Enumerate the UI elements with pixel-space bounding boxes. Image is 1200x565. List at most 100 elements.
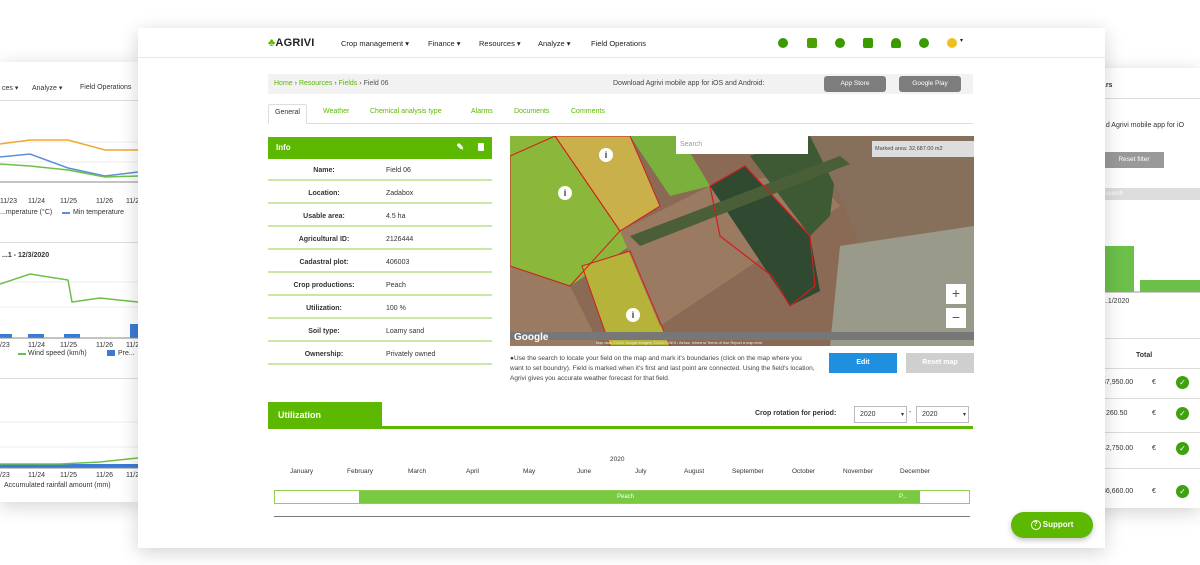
zoom-in-button[interactable]: + [946, 284, 966, 304]
field-info-pin-icon[interactable]: i [626, 308, 640, 322]
nav-analyze[interactable]: Analyze ▾ [538, 39, 571, 48]
zoom-out-button[interactable]: − [946, 308, 966, 328]
info-label: Name: [313, 167, 335, 174]
from-year-value: 2020 [860, 411, 876, 418]
crop-timeline-row: Peach P... [274, 490, 970, 504]
crop-rotation-label: Crop rotation for period: [755, 410, 837, 417]
edit-button[interactable]: Edit [829, 353, 897, 373]
breadcrumb-resources[interactable]: Resources [299, 80, 332, 87]
timeline-year: 2020 [610, 456, 625, 463]
tick-label: /23 [0, 472, 10, 479]
tab-documents[interactable]: Documents [514, 108, 549, 115]
info-label: Usable area: [303, 213, 345, 220]
total-amount: 42,750.00 [1102, 445, 1134, 452]
logo-text: AGRIVI [275, 37, 315, 49]
info-label: Location: [308, 190, 340, 197]
info-row: Cadastral plot: 406003 [268, 252, 492, 273]
info-row: Agricultural ID: 2126444 [268, 229, 492, 250]
month-label: January [290, 468, 314, 475]
exchange-icon[interactable] [807, 38, 817, 48]
nav-item[interactable]: Analyze ▾ [32, 84, 62, 92]
help-icon[interactable] [835, 38, 845, 48]
crop-bar-peach[interactable]: Peach [359, 491, 892, 503]
nav-item[interactable]: Field Operations [80, 84, 131, 91]
map-search-input[interactable]: Search [676, 136, 808, 154]
month-label: October [792, 468, 816, 475]
nav-field-operations[interactable]: Field Operations [591, 39, 646, 48]
utilization-divider [268, 426, 973, 429]
info-label: Crop productions: [293, 282, 355, 289]
tab-weather[interactable]: Weather [323, 108, 349, 115]
google-play-button[interactable]: Google Play [899, 76, 961, 92]
crop-bar-next[interactable]: P... [892, 491, 920, 503]
breadcrumb-separator: › [294, 80, 297, 87]
field-info-pin-icon[interactable]: i [599, 148, 613, 162]
tab-alarms[interactable]: Alarms [471, 108, 493, 115]
search-bar[interactable]: ...search [1098, 188, 1200, 200]
nav-resources[interactable]: Resources ▾ [479, 39, 521, 48]
gear-icon[interactable] [778, 38, 788, 48]
hint-text: Use the search to locate your field on t… [510, 355, 815, 382]
breadcrumb-current: Field 06 [363, 80, 389, 87]
reset-map-button[interactable]: Reset map [906, 353, 974, 373]
map-imagery [510, 136, 974, 346]
chat-icon[interactable] [919, 38, 929, 48]
trash-icon[interactable] [478, 143, 484, 151]
info-value: Zadabox [386, 190, 414, 197]
app-store-button[interactable]: App Store [824, 76, 886, 92]
tick-label: 11/24 [28, 342, 45, 349]
nav-crop-management[interactable]: Crop management ▾ [341, 39, 409, 48]
tick-label: 11/26 [96, 342, 113, 349]
field-details-window: ♣AGRIVI Crop management ▾ Finance ▾ Reso… [138, 28, 1105, 548]
map-attribution: Map data ©2020 Google Imagery ©2020 CNES… [596, 341, 763, 345]
currency: € [1152, 410, 1156, 417]
month-label: May [523, 468, 536, 475]
year-range-dash: - [909, 409, 912, 416]
tick-label: 11/25 [60, 342, 77, 349]
breadcrumb-home[interactable]: Home [274, 80, 293, 87]
info-value: Privately owned [386, 351, 436, 358]
info-row: Soil type: Loamy sand [268, 321, 492, 342]
tab-chemical-analysis-type[interactable]: Chemical analysis type [370, 108, 442, 115]
chevron-down-icon: ▾ [962, 412, 966, 418]
from-year-select[interactable]: 2020 ▾ [854, 406, 907, 423]
rainfall-chart [0, 421, 140, 469]
reset-filter-button[interactable]: Reset filter [1104, 152, 1164, 168]
nav-finance[interactable]: Finance ▾ [428, 39, 461, 48]
info-row: Location: Zadabox [268, 183, 492, 204]
info-row: Usable area: 4.5 ha [268, 206, 492, 227]
field-tabs: General Weather Chemical analysis type A… [268, 102, 973, 124]
user-avatar-icon[interactable] [947, 38, 957, 48]
download-text: ...d Agrivi mobile app for iO [1100, 122, 1185, 129]
info-panel-header: Info ✎ [268, 137, 492, 159]
to-year-value: 2020 [922, 411, 938, 418]
month-label: July [635, 468, 647, 475]
agrivi-logo[interactable]: ♣AGRIVI [268, 37, 315, 49]
info-value: Peach [386, 282, 406, 289]
chevron-down-icon[interactable]: ▾ [960, 37, 963, 44]
support-button[interactable]: ? Support [1011, 512, 1093, 538]
calendar-icon[interactable] [863, 38, 873, 48]
edit-pencil-icon[interactable]: ✎ [456, 142, 464, 153]
total-amount: 36,660.00 [1102, 488, 1134, 495]
month-label: September [732, 468, 764, 475]
legend-item: ...mperature (°C) [0, 209, 53, 216]
chevron-down-icon: ▾ [900, 412, 904, 418]
breadcrumb-separator: › [334, 80, 337, 87]
to-year-select[interactable]: 2020 ▾ [916, 406, 969, 423]
field-info-pin-icon[interactable]: i [558, 186, 572, 200]
chart-title: ...1 - 12/3/2020 [2, 252, 50, 259]
total-amount: 37,950.00 [1102, 379, 1134, 386]
breadcrumb-separator: › [359, 80, 362, 87]
bell-icon[interactable] [891, 38, 901, 48]
tab-general[interactable]: General [268, 104, 307, 124]
month-label: June [577, 468, 592, 475]
currency: € [1152, 488, 1156, 495]
info-row: Crop productions: Peach [268, 275, 492, 296]
tab-comments[interactable]: Comments [571, 108, 605, 115]
satellite-map[interactable]: i i i Search Marked area: 32,687.00 m2 +… [510, 136, 974, 346]
top-navigation-bar: ♣AGRIVI Crop management ▾ Finance ▾ Reso… [138, 28, 1105, 58]
month-label: February [347, 468, 374, 475]
breadcrumb-fields[interactable]: Fields [339, 80, 358, 87]
nav-item[interactable]: ces ▾ [2, 84, 18, 92]
